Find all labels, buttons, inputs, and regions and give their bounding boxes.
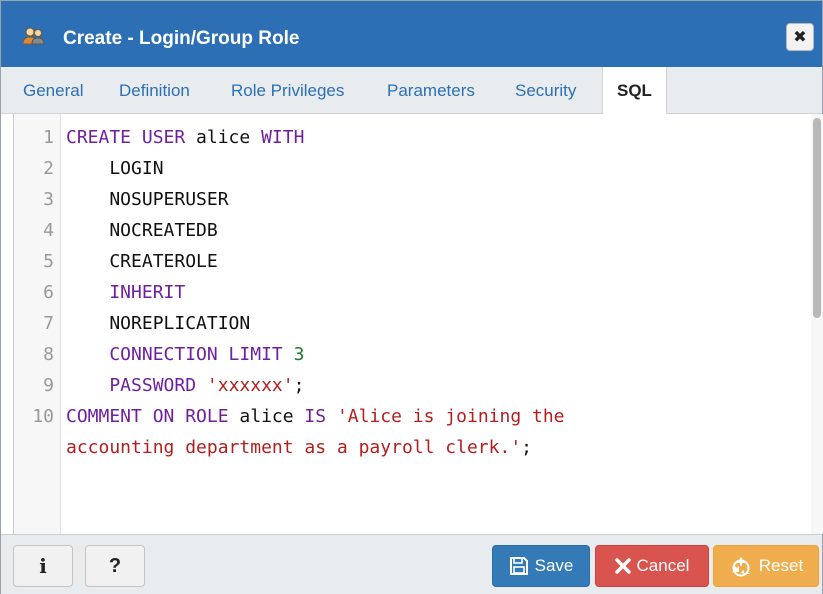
code-line[interactable]: 3 NOSUPERUSER bbox=[14, 184, 809, 215]
code-token: LOGIN bbox=[66, 158, 164, 179]
code-line[interactable]: 5 CREATEROLE bbox=[14, 246, 809, 277]
line-number: 1 bbox=[43, 127, 54, 148]
help-button[interactable]: ? bbox=[85, 545, 145, 587]
code-token: INHERIT bbox=[66, 282, 186, 303]
line-number: 10 bbox=[32, 406, 54, 427]
code-token: ; bbox=[293, 375, 305, 396]
code-text: INHERIT bbox=[66, 277, 185, 308]
line-number: 2 bbox=[43, 158, 54, 179]
code-token: alice bbox=[196, 127, 262, 148]
code-text: accounting department as a payroll clerk… bbox=[66, 432, 532, 463]
recycle-icon bbox=[729, 555, 753, 577]
code-token: NOREPLICATION bbox=[66, 313, 251, 334]
code-line[interactable]: 9 PASSWORD 'xxxxxx'; bbox=[14, 370, 809, 401]
help-icon: ? bbox=[108, 554, 122, 577]
code-token: NOCREATEDB bbox=[66, 220, 218, 241]
line-number: 9 bbox=[43, 375, 54, 396]
user-group-icon bbox=[22, 27, 45, 45]
line-number: 6 bbox=[43, 282, 54, 303]
code-line[interactable]: accounting department as a payroll clerk… bbox=[14, 432, 809, 463]
code-token: CREATE USER bbox=[66, 127, 197, 148]
cancel-label: Cancel bbox=[636, 556, 690, 575]
code-token: 3 bbox=[293, 344, 305, 365]
x-icon bbox=[614, 558, 631, 574]
code-text: CREATEROLE bbox=[66, 246, 218, 277]
code-text: CREATE USER alice WITH bbox=[66, 122, 304, 153]
code-token: WITH bbox=[261, 127, 305, 148]
code-line[interactable]: 7 NOREPLICATION bbox=[14, 308, 809, 339]
code-text: CONNECTION LIMIT 3 bbox=[66, 339, 304, 370]
line-number: 3 bbox=[43, 189, 54, 210]
line-number: 4 bbox=[43, 220, 54, 241]
dialog-title: Create - Login/Group Role bbox=[63, 28, 300, 49]
dialog-footer: i ? Save Cancel Reset bbox=[1, 534, 822, 594]
code-text: PASSWORD 'xxxxxx'; bbox=[66, 370, 304, 401]
line-number: 7 bbox=[43, 313, 54, 334]
tab-bar: General Definition Role Privileges Param… bbox=[1, 67, 822, 114]
code-token: CONNECTION LIMIT bbox=[66, 344, 294, 365]
reset-label: Reset bbox=[758, 556, 804, 575]
code-text: NOCREATEDB bbox=[66, 215, 218, 246]
create-role-dialog: Create - Login/Group Role ✖ General Defi… bbox=[0, 0, 823, 594]
code-token: NOSUPERUSER bbox=[66, 189, 229, 210]
save-button[interactable]: Save bbox=[492, 545, 590, 587]
code-line[interactable]: 4 NOCREATEDB bbox=[14, 215, 809, 246]
dialog-titlebar[interactable]: Create - Login/Group Role ✖ bbox=[1, 1, 822, 67]
scrollbar-thumb[interactable] bbox=[813, 118, 821, 318]
code-line[interactable]: 2 LOGIN bbox=[14, 153, 809, 184]
info-button[interactable]: i bbox=[13, 545, 73, 587]
tab-sql[interactable]: SQL bbox=[602, 67, 667, 114]
code-text: NOSUPERUSER bbox=[66, 184, 229, 215]
info-icon: i bbox=[39, 554, 47, 578]
tab-parameters[interactable]: Parameters bbox=[387, 67, 475, 113]
code-token: ; bbox=[521, 437, 532, 458]
code-token: PASSWORD bbox=[66, 375, 207, 396]
code-token: CREATEROLE bbox=[66, 251, 218, 272]
tab-role-privileges[interactable]: Role Privileges bbox=[231, 67, 344, 113]
tab-security[interactable]: Security bbox=[515, 67, 576, 113]
code-text: LOGIN bbox=[66, 153, 164, 184]
editor-scrollbar[interactable] bbox=[811, 114, 823, 534]
sql-editor[interactable]: 1 CREATE USER alice WITH 2 LOGIN 3 NOSUPERU… bbox=[13, 114, 823, 534]
code-text: NOREPLICATION bbox=[66, 308, 250, 339]
code-line[interactable]: 10 COMMENT ON ROLE alice IS 'Alice is joi… bbox=[14, 401, 809, 432]
code-line[interactable]: 8 CONNECTION LIMIT 3 bbox=[14, 339, 809, 370]
code-line[interactable]: 6 INHERIT bbox=[14, 277, 809, 308]
cancel-button[interactable]: Cancel bbox=[595, 545, 709, 587]
code-text: COMMENT ON ROLE alice IS 'Alice is joini… bbox=[66, 401, 565, 432]
tab-definition[interactable]: Definition bbox=[119, 67, 190, 113]
sql-code[interactable]: 1 CREATE USER alice WITH 2 LOGIN 3 NOSUPERU… bbox=[14, 122, 809, 463]
code-token: accounting department as a payroll clerk… bbox=[66, 437, 522, 458]
tab-general[interactable]: General bbox=[23, 67, 83, 113]
floppy-disk-icon bbox=[509, 556, 529, 576]
line-number: 5 bbox=[43, 251, 54, 272]
code-token: COMMENT ON ROLE bbox=[66, 406, 240, 427]
save-label: Save bbox=[534, 556, 574, 575]
code-token: IS bbox=[304, 406, 337, 427]
code-token: 'Alice is joining the bbox=[336, 406, 565, 427]
reset-button[interactable]: Reset bbox=[713, 545, 819, 587]
close-button[interactable]: ✖ bbox=[786, 23, 814, 51]
code-token: 'xxxxxx' bbox=[206, 375, 294, 396]
close-icon: ✖ bbox=[793, 29, 807, 46]
code-line[interactable]: 1 CREATE USER alice WITH bbox=[14, 122, 809, 153]
line-number: 8 bbox=[43, 344, 54, 365]
code-token: alice bbox=[239, 406, 305, 427]
